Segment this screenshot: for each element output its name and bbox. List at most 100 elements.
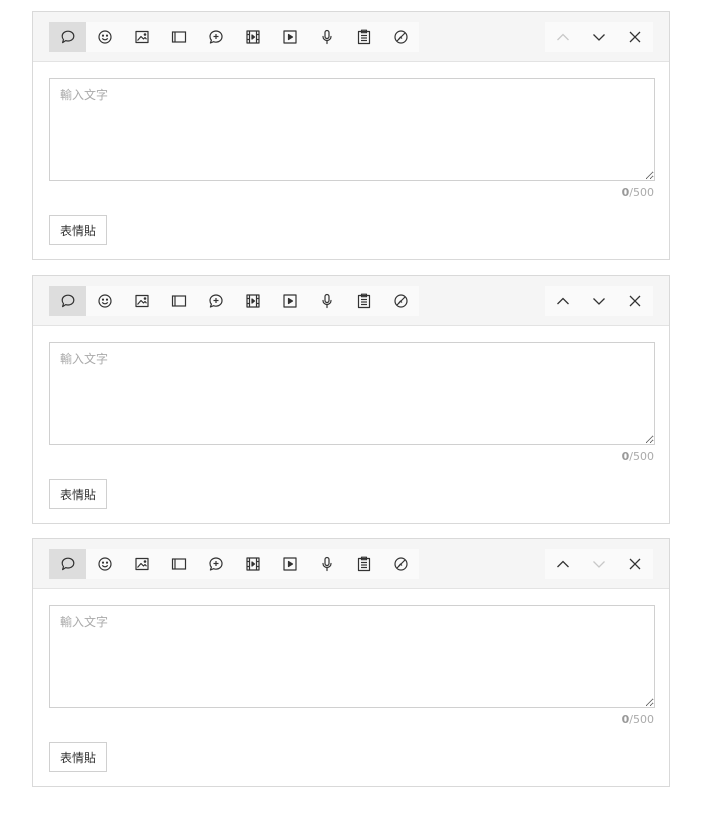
remove-panel-button[interactable] [617, 549, 653, 579]
sticker-icon [97, 30, 112, 44]
tool-sticker[interactable] [86, 22, 123, 52]
panel-nav [545, 549, 653, 579]
tool-card[interactable] [160, 22, 197, 52]
tool-play[interactable] [271, 549, 308, 579]
play-icon [282, 30, 297, 44]
message-toolbar [33, 12, 669, 62]
move-up-button[interactable] [545, 549, 581, 579]
clipboard-icon [357, 556, 370, 572]
move-up-button[interactable] [545, 22, 581, 52]
message-toolbar [33, 276, 669, 326]
sticker-button[interactable]: 表情貼 [49, 479, 108, 509]
message-textarea[interactable] [49, 605, 655, 708]
character-limit: /500 [629, 450, 654, 463]
video-icon [245, 557, 260, 571]
card-icon [171, 558, 186, 570]
tool-play[interactable] [271, 22, 308, 52]
play-icon [282, 294, 297, 308]
tool-video[interactable] [234, 549, 271, 579]
tool-template[interactable] [345, 286, 382, 316]
chevron-down-icon [593, 561, 605, 568]
microphone-icon [321, 293, 332, 309]
tool-add-bubble[interactable] [197, 286, 234, 316]
tool-template[interactable] [345, 22, 382, 52]
tool-play[interactable] [271, 286, 308, 316]
card-icon [171, 295, 186, 307]
chevron-down-icon [593, 34, 605, 41]
message-panel: 0/500 表情貼 [32, 275, 670, 524]
video-icon [245, 30, 260, 44]
tool-sticker[interactable] [86, 286, 123, 316]
panel-body: 0/500 表情貼 [33, 589, 669, 787]
character-limit: /500 [629, 713, 654, 726]
play-icon [282, 557, 297, 571]
tool-audio[interactable] [308, 286, 345, 316]
sticker-button[interactable]: 表情貼 [49, 742, 108, 772]
move-up-button[interactable] [545, 286, 581, 316]
sticker-icon [97, 294, 112, 308]
tool-imagemap[interactable] [382, 22, 419, 52]
clipboard-icon [357, 293, 370, 309]
move-down-button[interactable] [581, 286, 617, 316]
message-panel: 0/500 表情貼 [32, 11, 670, 260]
tool-template[interactable] [345, 549, 382, 579]
chevron-up-icon [557, 560, 569, 568]
tool-add-bubble[interactable] [197, 549, 234, 579]
panel-body: 0/500 表情貼 [33, 326, 669, 524]
chevron-down-icon [593, 298, 605, 305]
text-message-icon [61, 557, 74, 571]
tool-image[interactable] [123, 286, 160, 316]
tool-text-message[interactable] [49, 549, 86, 579]
close-icon [629, 295, 641, 307]
message-textarea[interactable] [49, 78, 655, 181]
panel-body: 0/500 表情貼 [33, 62, 669, 260]
tool-text-message[interactable] [49, 286, 86, 316]
image-icon [134, 30, 149, 44]
no-image-icon [393, 294, 408, 308]
add-bubble-icon [208, 294, 223, 308]
video-icon [245, 294, 260, 308]
tool-imagemap[interactable] [382, 549, 419, 579]
sticker-button[interactable]: 表情貼 [49, 215, 108, 245]
no-image-icon [393, 557, 408, 571]
remove-panel-button[interactable] [617, 286, 653, 316]
tool-video[interactable] [234, 22, 271, 52]
tool-audio[interactable] [308, 549, 345, 579]
remove-panel-button[interactable] [617, 22, 653, 52]
message-panel: 0/500 表情貼 [32, 538, 670, 787]
tool-image[interactable] [123, 549, 160, 579]
move-down-button[interactable] [581, 549, 617, 579]
tool-sticker[interactable] [86, 549, 123, 579]
text-message-icon [61, 30, 74, 44]
card-icon [171, 31, 186, 43]
image-icon [134, 294, 149, 308]
close-icon [629, 31, 641, 43]
image-icon [134, 557, 149, 571]
tool-video[interactable] [234, 286, 271, 316]
character-counter: 0/500 [622, 450, 654, 463]
tool-audio[interactable] [308, 22, 345, 52]
add-bubble-icon [208, 557, 223, 571]
panel-nav [545, 22, 653, 52]
chevron-up-icon [557, 33, 569, 41]
text-message-icon [61, 294, 74, 308]
message-type-tools [49, 286, 419, 316]
tool-card[interactable] [160, 286, 197, 316]
add-bubble-icon [208, 30, 223, 44]
character-counter: 0/500 [622, 713, 654, 726]
panel-nav [545, 286, 653, 316]
tool-card[interactable] [160, 549, 197, 579]
message-textarea[interactable] [49, 342, 655, 445]
tool-image[interactable] [123, 22, 160, 52]
microphone-icon [321, 556, 332, 572]
message-type-tools [49, 22, 419, 52]
microphone-icon [321, 29, 332, 45]
message-toolbar [33, 539, 669, 589]
tool-text-message[interactable] [49, 22, 86, 52]
tool-imagemap[interactable] [382, 286, 419, 316]
tool-add-bubble[interactable] [197, 22, 234, 52]
chevron-up-icon [557, 297, 569, 305]
move-down-button[interactable] [581, 22, 617, 52]
close-icon [629, 558, 641, 570]
clipboard-icon [357, 29, 370, 45]
